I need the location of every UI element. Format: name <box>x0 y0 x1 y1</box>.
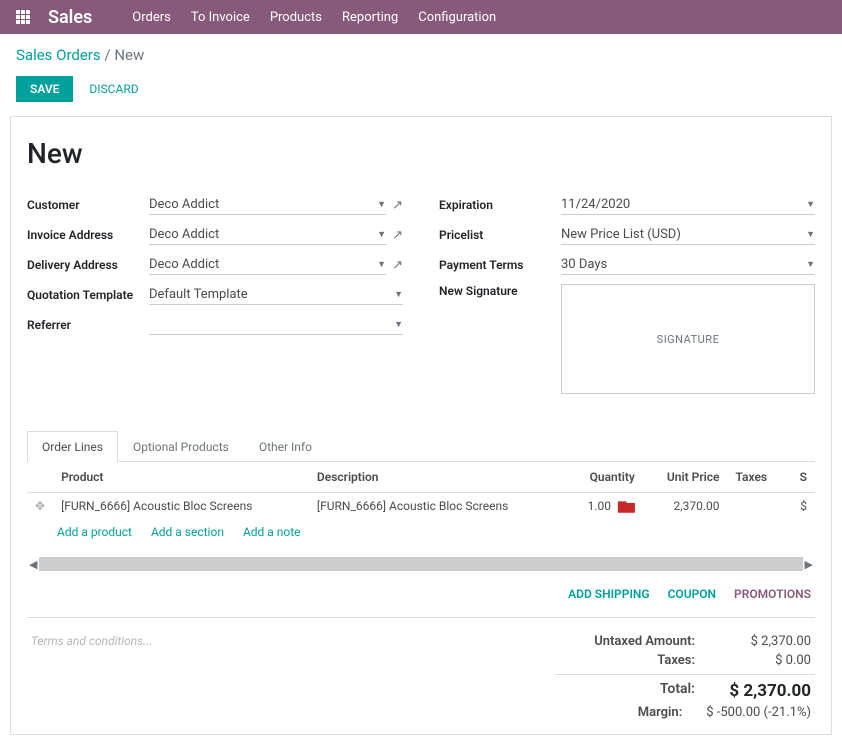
terms-input[interactable]: Terms and conditions... <box>27 632 156 650</box>
totals-area: Terms and conditions... Untaxed Amount: … <box>27 617 815 722</box>
customer-input[interactable]: Deco Addict ▼ <box>149 195 386 215</box>
menu-to-invoice[interactable]: To Invoice <box>191 10 250 25</box>
delivery-address-input[interactable]: Deco Addict ▼ <box>149 255 386 275</box>
quotation-template-input[interactable]: Default Template ▼ <box>149 285 403 305</box>
promotions-link[interactable]: PROMOTIONS <box>734 587 811 601</box>
caret-down-icon: ▼ <box>394 319 403 330</box>
external-link-icon[interactable]: ↗ <box>392 258 403 273</box>
scroll-track[interactable] <box>39 557 802 571</box>
caret-down-icon: ▼ <box>806 199 815 210</box>
tab-optional-products[interactable]: Optional Products <box>118 431 244 462</box>
breadcrumb: Sales Orders / New <box>0 34 842 72</box>
margin-value: $ -500.00 (-21.1%) <box>706 705 811 720</box>
add-section-link[interactable]: Add a section <box>151 525 224 539</box>
scroll-right-icon[interactable]: ▶ <box>803 558 815 571</box>
tab-other-info[interactable]: Other Info <box>244 431 327 462</box>
quotation-template-value: Default Template <box>149 287 248 302</box>
invoice-address-input[interactable]: Deco Addict ▼ <box>149 225 386 245</box>
payment-terms-value: 30 Days <box>561 257 607 272</box>
right-column: Expiration 11/24/2020 ▼ Pricelist New Pr… <box>439 194 815 402</box>
tab-order-lines[interactable]: Order Lines <box>27 431 118 462</box>
save-button[interactable]: SAVE <box>16 76 73 102</box>
grid-add-row: Add a product Add a section Add a note <box>27 519 815 549</box>
breadcrumb-leaf: New <box>114 46 144 64</box>
pricelist-input[interactable]: New Price List (USD) ▼ <box>561 225 815 245</box>
invoice-address-label: Invoice Address <box>27 228 149 242</box>
pricelist-value: New Price List (USD) <box>561 227 681 242</box>
caret-down-icon: ▼ <box>377 199 386 210</box>
col-unit-price[interactable]: Unit Price <box>643 462 728 493</box>
untaxed-label: Untaxed Amount: <box>559 634 719 649</box>
top-navbar: Sales Orders To Invoice Products Reporti… <box>0 0 842 34</box>
drag-handle-icon[interactable]: ✥ <box>27 493 53 520</box>
action-bar: SAVE DISCARD <box>0 72 842 116</box>
signature-box[interactable]: SIGNATURE <box>561 284 815 394</box>
add-product-link[interactable]: Add a product <box>57 525 132 539</box>
navbar-menu: Orders To Invoice Products Reporting Con… <box>132 10 496 25</box>
scroll-left-icon[interactable]: ◀ <box>27 558 39 571</box>
caret-down-icon: ▼ <box>806 229 815 240</box>
caret-down-icon: ▼ <box>806 259 815 270</box>
breadcrumb-root[interactable]: Sales Orders <box>16 46 101 64</box>
cell-unit-price[interactable]: 2,370.00 <box>643 493 728 520</box>
cell-subtotal: $ <box>786 493 815 520</box>
cell-taxes[interactable] <box>728 493 787 520</box>
stock-chart-icon[interactable]: ▇▆ <box>618 500 635 513</box>
signature-placeholder: SIGNATURE <box>657 333 720 346</box>
col-subtotal[interactable]: S <box>786 462 815 493</box>
form-sheet: New Customer Deco Addict ▼ ↗ Invoice Add… <box>10 116 832 735</box>
horizontal-scrollbar[interactable]: ◀ ▶ <box>27 557 815 571</box>
total-label: Total: <box>559 681 719 701</box>
referrer-input[interactable]: ▼ <box>149 315 403 335</box>
customer-label: Customer <box>27 198 149 212</box>
cell-quantity[interactable]: 1.00 ▇▆ <box>565 493 643 520</box>
fields-container: Customer Deco Addict ▼ ↗ Invoice Address… <box>27 194 815 402</box>
cell-product[interactable]: [FURN_6666] Acoustic Bloc Screens <box>53 493 309 520</box>
expiration-value: 11/24/2020 <box>561 197 630 212</box>
external-link-icon[interactable]: ↗ <box>392 228 403 243</box>
totals-table: Untaxed Amount: $ 2,370.00 Taxes: $ 0.00… <box>555 632 815 722</box>
caret-down-icon: ▼ <box>377 229 386 240</box>
page-title: New <box>27 137 815 170</box>
left-column: Customer Deco Addict ▼ ↗ Invoice Address… <box>27 194 403 402</box>
add-shipping-link[interactable]: ADD SHIPPING <box>568 587 649 601</box>
margin-label: Margin: <box>559 705 706 720</box>
app-brand[interactable]: Sales <box>48 7 92 28</box>
tabs: Order Lines Optional Products Other Info <box>27 430 815 462</box>
caret-down-icon: ▼ <box>377 259 386 270</box>
menu-orders[interactable]: Orders <box>132 10 171 25</box>
total-value: $ 2,370.00 <box>719 681 811 701</box>
col-taxes[interactable]: Taxes <box>728 462 787 493</box>
menu-reporting[interactable]: Reporting <box>342 10 398 25</box>
expiration-input[interactable]: 11/24/2020 ▼ <box>561 195 815 215</box>
col-description[interactable]: Description <box>309 462 565 493</box>
payment-terms-label: Payment Terms <box>439 258 561 272</box>
external-link-icon[interactable]: ↗ <box>392 198 403 213</box>
delivery-address-label: Delivery Address <box>27 258 149 272</box>
col-quantity[interactable]: Quantity <box>565 462 643 493</box>
order-lines-grid: Product Description Quantity Unit Price … <box>27 462 815 571</box>
new-signature-label: New Signature <box>439 284 561 298</box>
table-row[interactable]: ✥ [FURN_6666] Acoustic Bloc Screens [FUR… <box>27 493 815 520</box>
coupon-link[interactable]: COUPON <box>668 587 716 601</box>
footer-links: ADD SHIPPING COUPON PROMOTIONS <box>27 571 815 611</box>
menu-configuration[interactable]: Configuration <box>418 10 496 25</box>
delivery-address-value: Deco Addict <box>149 257 219 272</box>
quotation-template-label: Quotation Template <box>27 288 149 302</box>
col-product[interactable]: Product <box>53 462 309 493</box>
cell-description[interactable]: [FURN_6666] Acoustic Bloc Screens <box>309 493 565 520</box>
customer-value: Deco Addict <box>149 197 219 212</box>
add-note-link[interactable]: Add a note <box>243 525 301 539</box>
payment-terms-input[interactable]: 30 Days ▼ <box>561 255 815 275</box>
caret-down-icon: ▼ <box>394 289 403 300</box>
expiration-label: Expiration <box>439 198 561 212</box>
apps-icon[interactable] <box>16 10 30 24</box>
pricelist-label: Pricelist <box>439 228 561 242</box>
untaxed-value: $ 2,370.00 <box>719 634 811 649</box>
discard-button[interactable]: DISCARD <box>85 76 142 102</box>
menu-products[interactable]: Products <box>270 10 322 25</box>
referrer-label: Referrer <box>27 318 149 332</box>
invoice-address-value: Deco Addict <box>149 227 219 242</box>
breadcrumb-sep: / <box>104 46 110 64</box>
